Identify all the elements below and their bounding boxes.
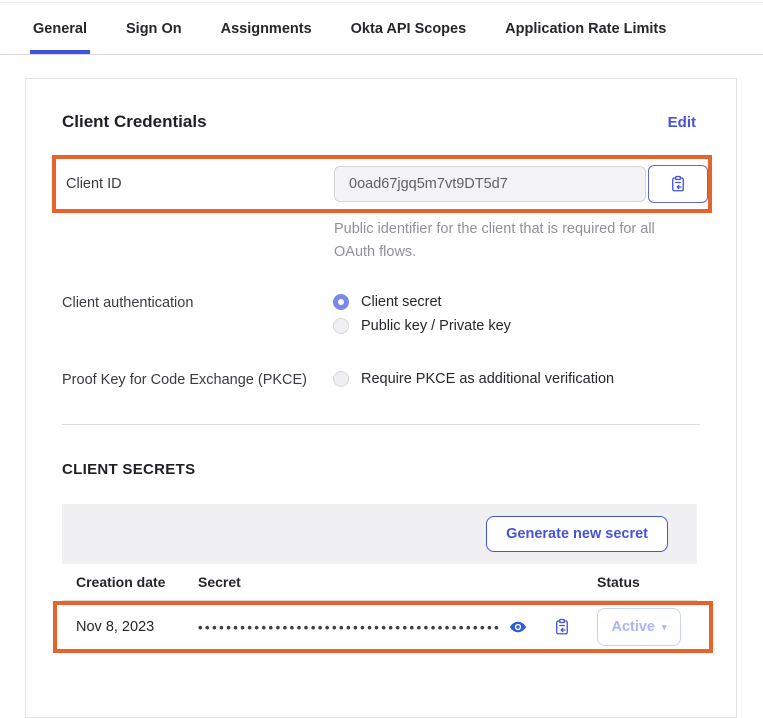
client-authentication-row: Client authentication Client secret Publ… (26, 294, 736, 334)
chevron-down-icon: ▾ (662, 623, 667, 632)
settings-card: Client Credentials Edit Client ID Public… (25, 78, 737, 718)
masked-secret-value: ••••••••••••••••••••••••••••••••••••••••… (198, 620, 501, 635)
client-id-help-text: Public identifier for the client that is… (26, 213, 736, 264)
reveal-secret-button[interactable] (509, 618, 527, 636)
table-row: Nov 8, 2023 ••••••••••••••••••••••••••••… (57, 605, 709, 649)
clipboard-copy-icon (669, 175, 687, 193)
tab-bar: General Sign On Assignments Okta API Sco… (0, 0, 763, 55)
client-credentials-title: Client Credentials (62, 112, 207, 132)
copy-client-id-button[interactable] (648, 165, 708, 203)
status-dropdown-button[interactable]: Active ▾ (597, 608, 681, 646)
copy-secret-button[interactable] (553, 618, 571, 636)
secret-row-highlight-box: Nov 8, 2023 ••••••••••••••••••••••••••••… (53, 601, 713, 653)
header-status: Status (597, 574, 697, 590)
tab-assignments[interactable]: Assignments (218, 21, 315, 54)
status-cell: Active ▾ (597, 608, 709, 646)
client-id-field-group (334, 165, 708, 203)
tab-okta-api-scopes[interactable]: Okta API Scopes (348, 21, 470, 54)
radio-client-secret[interactable]: Client secret (333, 294, 511, 310)
radio-unselected-icon[interactable] (333, 318, 349, 334)
edit-button[interactable]: Edit (668, 114, 696, 131)
client-secrets-table: Generate new secret Creation date Secret… (62, 504, 697, 653)
secret-creation-date: Nov 8, 2023 (76, 619, 198, 635)
header-creation-date: Creation date (76, 574, 198, 590)
secrets-table-toolbar: Generate new secret (62, 504, 697, 564)
eye-icon (509, 618, 527, 636)
tab-sign-on[interactable]: Sign On (123, 21, 185, 54)
tab-application-rate-limits[interactable]: Application Rate Limits (502, 21, 669, 54)
header-secret: Secret (198, 574, 597, 590)
pkce-option-label: Require PKCE as additional verification (361, 371, 614, 387)
client-secrets-title: CLIENT SECRETS (26, 425, 736, 478)
radio-public-private-key[interactable]: Public key / Private key (333, 318, 511, 334)
radio-public-private-key-label: Public key / Private key (361, 318, 511, 334)
status-label: Active (611, 619, 655, 635)
radio-selected-icon[interactable] (333, 294, 349, 310)
client-id-label: Client ID (66, 176, 334, 192)
pkce-label: Proof Key for Code Exchange (PKCE) (62, 371, 333, 388)
generate-new-secret-button[interactable]: Generate new secret (486, 516, 668, 552)
secret-cell: ••••••••••••••••••••••••••••••••••••••••… (198, 618, 597, 636)
pkce-checkbox-option[interactable]: Require PKCE as additional verification (333, 371, 614, 387)
client-authentication-options: Client secret Public key / Private key (333, 294, 511, 334)
checkbox-unchecked-icon[interactable] (333, 371, 349, 387)
client-credentials-header: Client Credentials Edit (26, 79, 736, 132)
client-id-input[interactable] (334, 166, 646, 202)
top-hairline (0, 2, 763, 3)
pkce-row: Proof Key for Code Exchange (PKCE) Requi… (26, 371, 736, 388)
radio-client-secret-label: Client secret (361, 294, 442, 310)
secrets-table-header: Creation date Secret Status (62, 564, 697, 601)
tab-general[interactable]: General (30, 21, 90, 54)
clipboard-copy-icon (553, 618, 571, 636)
client-authentication-label: Client authentication (62, 294, 333, 311)
client-id-highlight-box: Client ID (52, 155, 712, 213)
